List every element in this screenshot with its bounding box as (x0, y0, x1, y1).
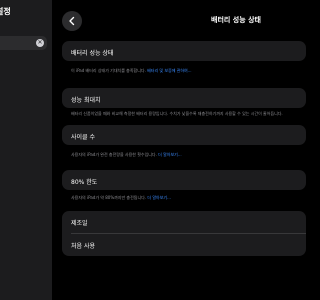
limit-80-row[interactable]: 80% 한도 (62, 170, 306, 190)
max-capacity-note: 배터리 신품이었을 때와 비교해 측정한 배터리 용량입니다. 수치가 낮을수록… (71, 111, 283, 116)
battery-health-note: 이 iPad 배터리 상태가 기대치를 충족합니다. 배터리 및 보증에 관하여… (71, 68, 192, 73)
cycle-count-label: 사이클 수 (71, 134, 95, 141)
battery-health-label: 배터리 성능 상태 (71, 50, 114, 57)
search-input[interactable]: ✕ (0, 36, 47, 50)
first-use-label: 처음 사용 (71, 243, 95, 250)
divider (71, 233, 306, 234)
battery-health-row[interactable]: 배터리 성능 상태 (62, 41, 306, 61)
manufacture-date-label: 제조일 (71, 220, 88, 227)
max-capacity-row: 성능 최대치 (62, 88, 306, 108)
cycle-count-note: 사용자의 iPad가 완전 충전량을 사용한 횟수입니다. 더 알아보기... (71, 152, 182, 157)
battery-warranty-link[interactable]: 배터리 및 보증에 관하여... (147, 68, 191, 73)
sidebar: 설정 ✕ (0, 0, 52, 300)
limit-80-label: 80% 한도 (71, 179, 98, 186)
limit-80-note: 사용자의 iPad가 약 80%까지만 충전됩니다. 더 알아보기... (71, 195, 171, 200)
cycle-count-row: 사이클 수 (62, 125, 306, 145)
page-title: 배터리 성능 상태 (211, 16, 261, 24)
cycle-learn-more-link[interactable]: 더 알아보기... (158, 152, 182, 157)
battery-info-group: 제조일 처음 사용 (62, 211, 306, 256)
clear-icon[interactable]: ✕ (36, 39, 44, 47)
limit-learn-more-link[interactable]: 더 알아보기... (147, 195, 171, 200)
main-panel: 배터리 성능 상태 배터리 성능 상태 이 iPad 배터리 상태가 기대치를 … (52, 0, 306, 300)
sidebar-title: 설정 (0, 7, 11, 16)
max-capacity-label: 성능 최대치 (71, 97, 101, 104)
